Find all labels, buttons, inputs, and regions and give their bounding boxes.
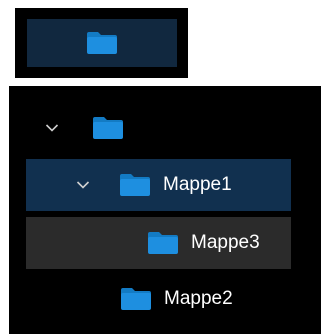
- tree-item-label: Mappe1: [163, 174, 232, 195]
- tree-item-mappe2[interactable]: Mappe2: [9, 273, 321, 325]
- tree-item-root[interactable]: [9, 102, 321, 154]
- tree-item-mappe3[interactable]: Mappe3: [26, 217, 291, 269]
- folder-icon: [93, 117, 123, 139]
- drag-preview-panel: [15, 8, 188, 78]
- folder-icon: [148, 232, 178, 254]
- screenshot-stage: Mappe1 Mappe3 Mappe2: [0, 0, 321, 334]
- tree-view: Mappe1 Mappe3 Mappe2: [9, 86, 321, 334]
- chevron-down-icon[interactable]: [45, 121, 59, 135]
- tree-item-label: Mappe2: [164, 288, 233, 309]
- chevron-down-icon[interactable]: [76, 178, 90, 192]
- tree-item-label: Mappe3: [191, 232, 260, 253]
- drag-preview-item: [27, 19, 177, 67]
- tree-item-mappe1[interactable]: Mappe1: [26, 159, 291, 211]
- folder-icon: [87, 32, 117, 54]
- folder-icon: [121, 288, 151, 310]
- folder-icon: [120, 174, 150, 196]
